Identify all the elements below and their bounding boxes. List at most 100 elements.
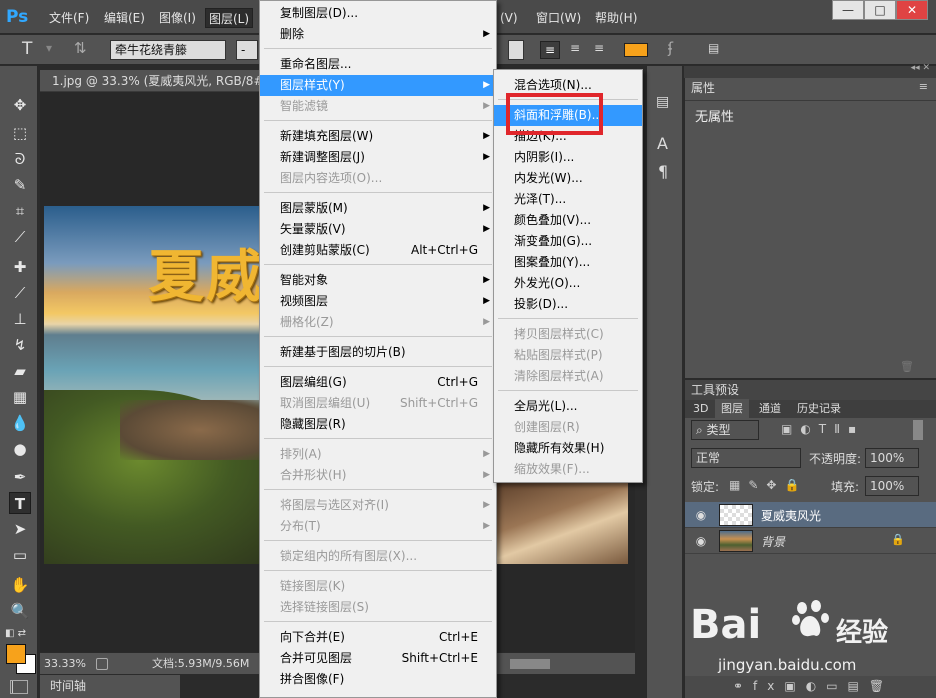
layer-menu-item[interactable]: 删除 ▶ — [260, 24, 496, 45]
filter-toggle[interactable] — [913, 420, 923, 440]
layer-name[interactable]: 背景 — [761, 533, 785, 550]
timeline-tab[interactable]: 时间轴 — [40, 675, 180, 698]
layer-menu-item[interactable]: 分布(T) ▶ — [260, 516, 496, 537]
layer-menu-item[interactable]: 隐藏图层(R) — [260, 414, 496, 435]
layer-style-item[interactable]: 拷贝图层样式(C) — [494, 324, 642, 345]
layer-style-item[interactable]: 清除图层样式(A) — [494, 366, 642, 387]
fill-input[interactable]: 100% — [865, 476, 919, 496]
type-tool-icon[interactable]: T — [22, 39, 32, 59]
menu-layer[interactable]: 图层(L) — [205, 8, 254, 28]
eraser-tool-icon[interactable]: ▰ — [9, 360, 31, 382]
trash-icon[interactable]: 🗑 — [900, 360, 914, 373]
layer-menu-item[interactable]: 合并形状(H) ▶ — [260, 465, 496, 486]
font-size-spinner[interactable] — [508, 40, 524, 60]
blend-mode-select[interactable]: 正常 — [691, 448, 801, 468]
layer-menu-item[interactable]: 合并可见图层 Shift+Ctrl+E — [260, 648, 496, 669]
hand-tool-icon[interactable]: ✋ — [9, 574, 31, 596]
layer-name[interactable]: 夏威夷风光 — [761, 507, 821, 524]
collapse-icon[interactable]: ◂◂ ✕ — [911, 63, 930, 73]
menu-image[interactable]: 图像(I) — [156, 8, 199, 28]
minimize-button[interactable]: — — [832, 0, 864, 20]
layer-menu-item[interactable]: 选择链接图层(S) — [260, 597, 496, 618]
layer-style-item[interactable]: 内阴影(I)... — [494, 147, 642, 168]
font-family-select[interactable]: 牵牛花绕青籐 — [110, 40, 226, 60]
layer-style-item[interactable]: 隐藏所有效果(H) — [494, 438, 642, 459]
layer-menu-item[interactable]: 新建基于图层的切片(B) — [260, 342, 496, 363]
eye-icon[interactable]: ◉ — [693, 533, 709, 549]
layer-menu-item[interactable]: 图层样式(Y) ▶ — [260, 75, 496, 96]
lasso-tool-icon[interactable]: ᘐ — [9, 148, 31, 170]
zoom-tool-icon[interactable]: 🔍 — [9, 600, 31, 622]
layer-style-item[interactable]: 外发光(O)... — [494, 273, 642, 294]
horizontal-scrollbar[interactable] — [510, 659, 550, 669]
eyedropper-tool-icon[interactable]: ⟋ — [9, 226, 31, 248]
document-tab[interactable]: 1.jpg @ 33.3% (夏威夷风光, RGB/8#) — [40, 70, 260, 92]
layer-style-item[interactable]: 创建图层(R) — [494, 417, 642, 438]
layer-style-item[interactable]: 光泽(T)... — [494, 189, 642, 210]
zoom-level[interactable]: 33.33% — [44, 653, 86, 675]
properties-tab[interactable]: 属性 — [685, 78, 722, 98]
screen-mode-icon[interactable] — [10, 680, 28, 694]
layer-menu-item[interactable]: 栅格化(Z) ▶ — [260, 312, 496, 333]
preset-dropdown-icon[interactable]: ▾ — [46, 41, 52, 55]
default-colors-icon[interactable]: ◧ ⇄ — [5, 628, 26, 639]
layer-menu-item[interactable]: 向下合并(E) Ctrl+E — [260, 627, 496, 648]
menu-file[interactable]: 文件(F) — [46, 8, 92, 28]
orientation-toggle-icon[interactable]: ⇅ — [74, 39, 87, 57]
menu-window[interactable]: 窗口(W) — [533, 8, 584, 28]
tab-channels[interactable]: 通道 — [753, 399, 787, 419]
character-icon[interactable]: A — [657, 134, 668, 153]
layer-menu-item[interactable]: 排列(A) ▶ — [260, 444, 496, 465]
layer-menu-item[interactable]: 将图层与选区对齐(I) ▶ — [260, 495, 496, 516]
brush-tool-icon[interactable]: ⟋ — [9, 282, 31, 304]
warp-text-icon[interactable]: ʄ — [668, 39, 673, 57]
move-tool-icon[interactable]: ✥ — [9, 94, 31, 116]
layer-menu-item[interactable]: 取消图层编组(U) Shift+Ctrl+G — [260, 393, 496, 414]
layer-menu-item[interactable]: 图层内容选项(O)... — [260, 168, 496, 189]
menu-edit[interactable]: 编辑(E) — [101, 8, 148, 28]
layer-style-item[interactable]: 全局光(L)... — [494, 396, 642, 417]
layer-style-item[interactable]: 图案叠加(Y)... — [494, 252, 642, 273]
tab-3d[interactable]: 3D — [687, 399, 714, 419]
layer-style-item[interactable]: 颜色叠加(V)... — [494, 210, 642, 231]
layer-menu-item[interactable]: 复制图层(D)... — [260, 3, 496, 24]
pen-tool-icon[interactable]: ✒ — [9, 466, 31, 488]
layer-menu-item[interactable]: 新建调整图层(J) ▶ — [260, 147, 496, 168]
layer-row[interactable]: ◉ 夏威夷风光 — [685, 502, 936, 528]
quick-select-tool-icon[interactable]: ✎ — [9, 174, 31, 196]
blur-tool-icon[interactable]: 💧 — [9, 412, 31, 434]
crop-tool-icon[interactable]: ⌗ — [9, 200, 31, 222]
tool-presets-tab[interactable]: 工具预设 — [685, 380, 936, 400]
layer-menu-item[interactable]: 视频图层 ▶ — [260, 291, 496, 312]
eye-icon[interactable]: ◉ — [693, 507, 709, 523]
layer-row[interactable]: ◉ 背景 🔒 — [685, 528, 936, 554]
layer-filter-icons[interactable]: ▣◐TⅡ▪ — [781, 422, 864, 436]
marquee-tool-icon[interactable]: ⬚ — [9, 122, 31, 144]
layer-style-item[interactable]: 渐变叠加(G)... — [494, 231, 642, 252]
history-brush-tool-icon[interactable]: ↯ — [9, 334, 31, 356]
rectangle-tool-icon[interactable]: ▭ — [9, 544, 31, 566]
layer-menu-item[interactable]: 图层蒙版(M) ▶ — [260, 198, 496, 219]
layer-menu-item[interactable]: 矢量蒙版(V) ▶ — [260, 219, 496, 240]
character-panel-icon[interactable]: ▤ — [708, 41, 719, 55]
text-color-swatch[interactable] — [624, 43, 648, 57]
layer-style-item[interactable]: 缩放效果(F)... — [494, 459, 642, 480]
tab-layers[interactable]: 图层 — [715, 399, 749, 419]
layer-menu-item[interactable]: 链接图层(K) — [260, 576, 496, 597]
path-select-tool-icon[interactable]: ➤ — [9, 518, 31, 540]
layer-style-item[interactable]: 投影(D)... — [494, 294, 642, 315]
healing-brush-tool-icon[interactable]: ✚ — [9, 256, 31, 278]
layer-menu-item[interactable]: 拼合图像(F) — [260, 669, 496, 690]
status-menu-icon[interactable] — [96, 658, 108, 670]
layer-menu-item[interactable]: 智能滤镜 ▶ — [260, 96, 496, 117]
layer-menu-item[interactable]: 重命名图层... — [260, 54, 496, 75]
font-style-select[interactable]: - — [236, 40, 258, 60]
type-tool-icon-toolbar[interactable]: T — [9, 492, 31, 514]
align-center-icon[interactable]: ≡ — [566, 41, 584, 55]
align-left-icon[interactable]: ≡ — [540, 41, 560, 59]
lock-icons[interactable]: ▦✎✥🔒 — [729, 478, 807, 492]
paragraph-icon[interactable]: ¶ — [658, 162, 668, 181]
clone-stamp-tool-icon[interactable]: ⊥ — [9, 308, 31, 330]
layer-filter-select[interactable]: ⌕ 类型 — [691, 420, 759, 440]
gradient-tool-icon[interactable]: ▦ — [9, 386, 31, 408]
